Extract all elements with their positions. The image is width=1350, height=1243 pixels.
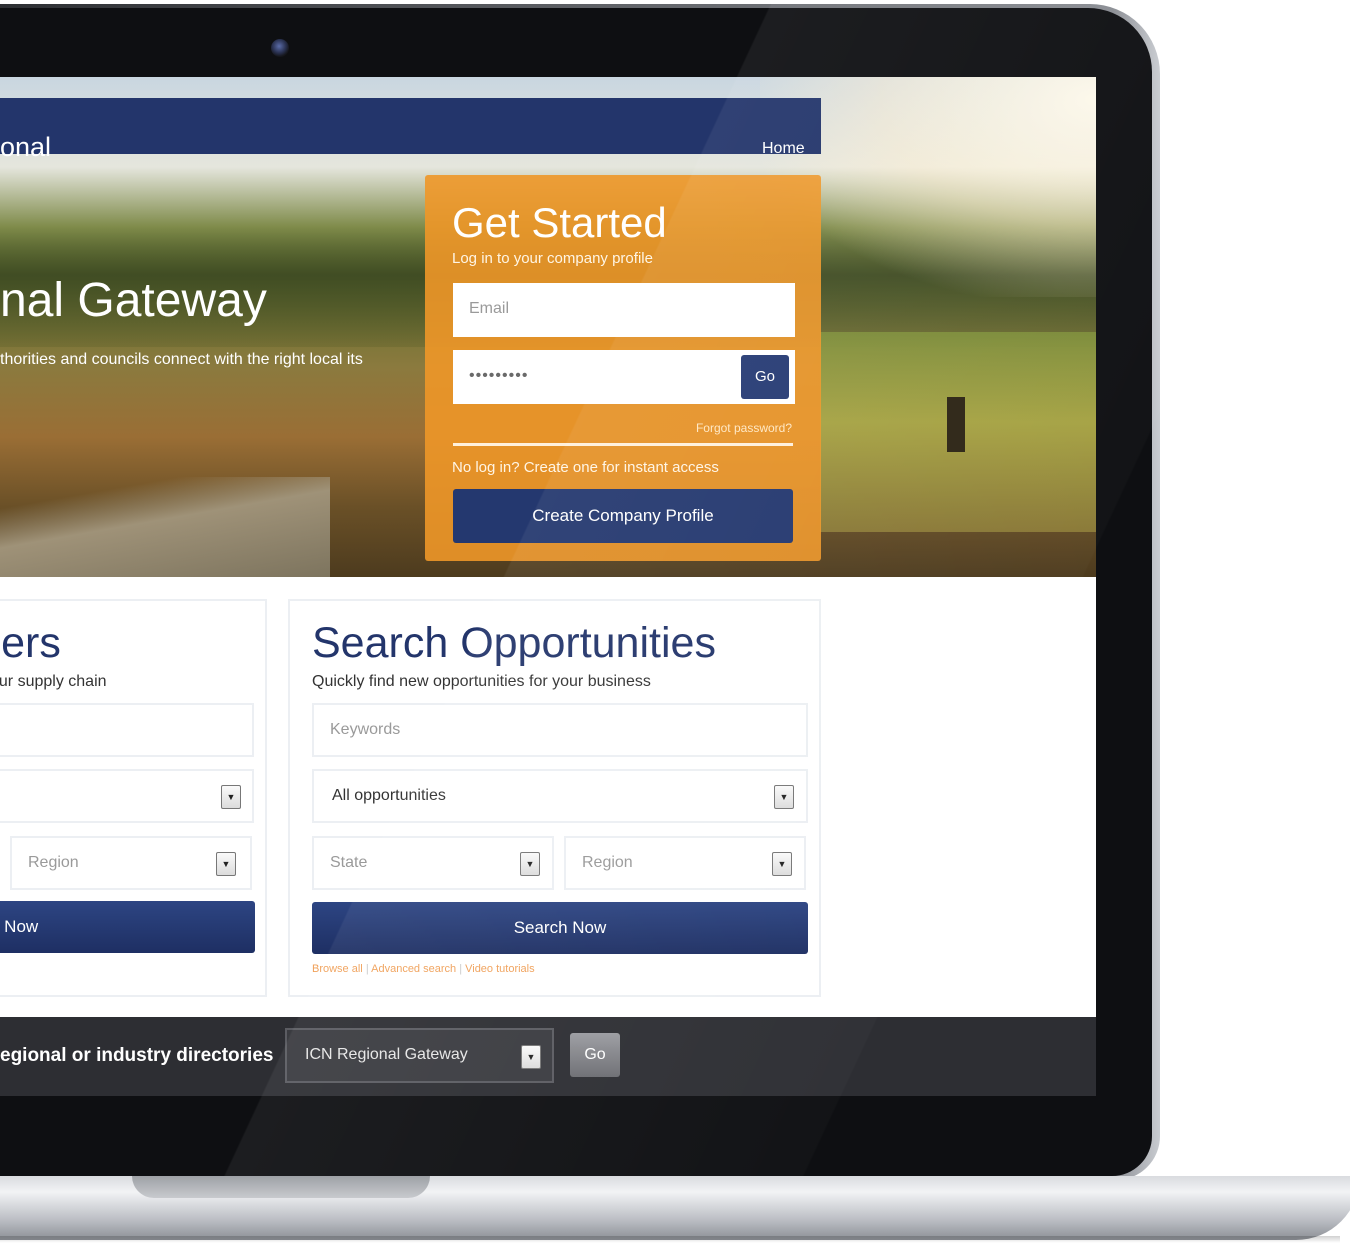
forgot-password-link[interactable]: Forgot password? xyxy=(696,421,792,435)
no-login-text: No log in? Create one for instant access xyxy=(452,459,719,476)
find-suppliers-panel: liers your supply chain ▼ Region ▼ h Now xyxy=(0,599,267,997)
suppliers-category-select[interactable]: ▼ xyxy=(0,769,254,823)
opportunities-subtitle: Quickly find new opportunities for your … xyxy=(312,673,651,690)
laptop-shadow xyxy=(0,1236,1340,1243)
region-select[interactable]: Region ▼ xyxy=(564,836,806,890)
chevron-down-icon: ▼ xyxy=(520,852,540,876)
email-placeholder: Email xyxy=(469,300,510,317)
directory-go-button[interactable]: Go xyxy=(570,1033,620,1077)
directory-label: egional or industry directories xyxy=(0,1045,274,1066)
chevron-down-icon: ▼ xyxy=(772,852,792,876)
region-placeholder: Region xyxy=(582,854,633,871)
directory-select[interactable]: ICN Regional Gateway ▼ xyxy=(285,1028,554,1083)
login-go-button[interactable]: Go xyxy=(741,355,789,399)
laptop-base-notch xyxy=(132,1176,430,1198)
link-separator: | xyxy=(459,963,463,975)
divider xyxy=(453,443,793,446)
suppliers-subtitle: your supply chain xyxy=(0,673,107,690)
hero-road xyxy=(0,477,330,577)
state-select[interactable]: State ▼ xyxy=(312,836,554,890)
password-value: ••••••••• xyxy=(469,367,529,384)
fence-post xyxy=(947,397,965,452)
suppliers-region-select[interactable]: Region ▼ xyxy=(10,836,252,890)
create-company-profile-button[interactable]: Create Company Profile xyxy=(453,489,793,543)
state-placeholder: State xyxy=(330,854,368,871)
opportunity-type-select[interactable]: All opportunities ▼ xyxy=(312,769,808,823)
hero-subtitle: thorities and councils connect with the … xyxy=(0,351,363,368)
chevron-down-icon: ▼ xyxy=(774,785,794,809)
password-field[interactable]: ••••••••• Go xyxy=(453,350,795,404)
opportunities-links: Browse all | Advanced search | Video tut… xyxy=(312,963,535,975)
hero-title: nal Gateway xyxy=(0,274,267,327)
site-brand[interactable]: onal xyxy=(0,132,51,163)
chevron-down-icon: ▼ xyxy=(221,785,241,809)
suppliers-region-placeholder: Region xyxy=(28,854,79,871)
camera-icon xyxy=(271,39,289,57)
top-navbar: onal Home xyxy=(0,98,821,162)
advanced-search-link[interactable]: Advanced search xyxy=(371,963,456,975)
get-started-card: Get Started Log in to your company profi… xyxy=(425,175,821,561)
email-field[interactable]: Email xyxy=(453,283,795,337)
nav-home-link[interactable]: Home xyxy=(762,140,805,158)
suppliers-title: liers xyxy=(0,619,61,667)
get-started-title: Get Started xyxy=(452,199,667,246)
directory-bar: egional or industry directories ICN Regi… xyxy=(0,1017,1096,1096)
browse-all-link[interactable]: Browse all xyxy=(312,963,363,975)
suppliers-keywords-input[interactable] xyxy=(0,703,254,757)
keywords-input[interactable]: Keywords xyxy=(312,703,808,757)
video-tutorials-link[interactable]: Video tutorials xyxy=(465,963,535,975)
link-separator: | xyxy=(365,963,369,975)
opportunities-search-button[interactable]: Search Now xyxy=(312,902,808,954)
directory-selected-value: ICN Regional Gateway xyxy=(305,1046,468,1063)
laptop-screen: onal Home nal Gateway thorities and coun… xyxy=(0,77,1096,1096)
chevron-down-icon: ▼ xyxy=(216,852,236,876)
suppliers-search-button[interactable]: h Now xyxy=(0,901,255,953)
keywords-placeholder: Keywords xyxy=(330,721,401,738)
chevron-down-icon: ▼ xyxy=(521,1045,541,1069)
opportunity-type-value: All opportunities xyxy=(332,787,446,804)
opportunities-title: Search Opportunities xyxy=(312,619,716,667)
search-opportunities-panel: Search Opportunities Quickly find new op… xyxy=(288,599,821,997)
get-started-subtitle: Log in to your company profile xyxy=(452,250,653,267)
